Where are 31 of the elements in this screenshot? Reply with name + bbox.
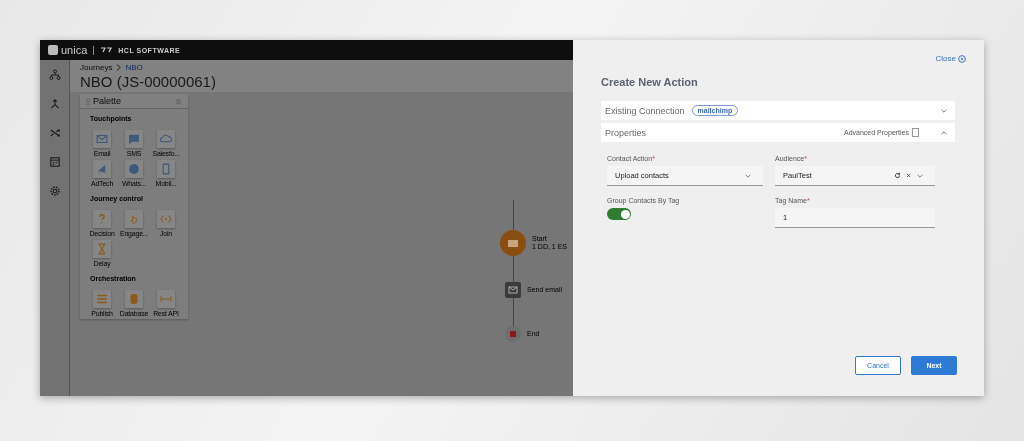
- join-icon: [159, 212, 173, 226]
- start-node[interactable]: [500, 230, 526, 256]
- clear-icon[interactable]: [906, 173, 911, 178]
- end-node[interactable]: [505, 326, 521, 342]
- shuffle-icon[interactable]: [48, 127, 61, 139]
- publish-icon: [95, 292, 109, 306]
- palette-title: Palette: [93, 96, 122, 106]
- collapse-icon[interactable]: [175, 97, 182, 105]
- page-title: NBO (JS-00000061): [80, 73, 217, 90]
- merge-icon[interactable]: [48, 98, 61, 110]
- logo-icon: [48, 45, 58, 55]
- chevron-icon: [116, 64, 122, 71]
- close-link[interactable]: Close: [935, 54, 966, 63]
- delay-icon: [95, 242, 109, 256]
- brand-mark-icon: [100, 47, 113, 53]
- dialog-title: Create New Action: [601, 76, 699, 88]
- calendar-icon[interactable]: [48, 156, 61, 168]
- whatsapp-icon: [127, 162, 141, 176]
- settings-icon[interactable]: [48, 185, 61, 197]
- chevron-icon[interactable]: [940, 128, 948, 137]
- checkbox[interactable]: [912, 128, 919, 137]
- email-node[interactable]: [505, 282, 521, 298]
- close-icon[interactable]: [958, 54, 966, 63]
- hierarchy-icon[interactable]: [48, 69, 61, 81]
- toggle-switch[interactable]: [607, 208, 631, 220]
- breadcrumb-link[interactable]: NBO: [125, 63, 143, 72]
- sms-icon: [127, 132, 141, 146]
- logo-text: unica: [61, 44, 88, 56]
- email-icon: [95, 132, 109, 146]
- breadcrumb-link[interactable]: Journeys: [80, 63, 113, 72]
- refresh-icon[interactable]: [894, 172, 901, 179]
